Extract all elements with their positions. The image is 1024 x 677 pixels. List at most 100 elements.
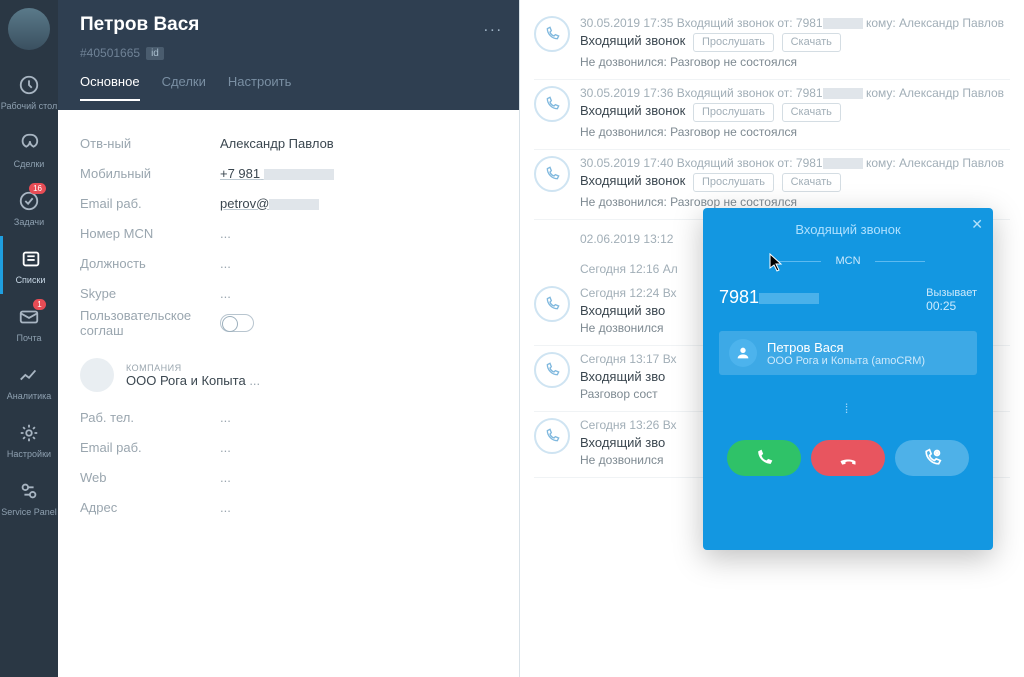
field-label-cemail: Email раб. [80,440,220,455]
nav-label: Списки [16,275,46,285]
gear-icon [15,419,43,447]
field-value-address[interactable]: ... [220,500,231,515]
incoming-call-icon [534,156,570,192]
feed-sub: Не дозвонился: Разговор не состоялся [580,125,1010,139]
tab-deals[interactable]: Сделки [162,74,206,101]
listen-button[interactable]: Прослушать [693,33,774,52]
download-button[interactable]: Скачать [782,33,841,52]
nav-deals[interactable]: Сделки [0,120,58,178]
feed-meta: 30.05.2019 17:40 Входящий звонок от: 798… [580,156,1010,170]
mouse-cursor [769,253,783,273]
tab-setup[interactable]: Настроить [228,74,292,101]
nav-label: Service Panel [1,507,57,517]
close-button[interactable]: ✕ [971,216,983,233]
expand-dots[interactable]: ⁞ [719,401,977,416]
caller-name: Петров Вася [767,340,925,355]
field-value-mcn[interactable]: ... [220,226,231,241]
feed-item: 30.05.2019 17:36 Входящий звонок от: 798… [534,80,1010,150]
feed-meta: 30.05.2019 17:36 Входящий звонок от: 798… [580,86,1010,100]
company-block[interactable]: КОМПАНИЯ ООО Рога и Копыта ... [80,358,497,392]
field-label-worktel: Раб. тел. [80,410,220,425]
user-avatar[interactable] [8,8,50,50]
incoming-call-icon [534,16,570,52]
more-button[interactable]: ... [484,18,503,36]
field-label-skype: Skype [80,286,220,301]
transfer-call-button[interactable] [895,440,969,476]
nav-lists[interactable]: Списки [0,236,58,294]
field-label-web: Web [80,470,220,485]
nav-tasks[interactable]: 16 Задачи [0,178,58,236]
field-value-worktel[interactable]: ... [220,410,231,425]
consent-toggle[interactable] [220,314,254,332]
incoming-call-icon [534,418,570,454]
nav-label: Сделки [14,159,45,169]
company-label: КОМПАНИЯ [126,363,260,373]
nav-label: Аналитика [7,391,52,401]
accept-call-button[interactable] [727,440,801,476]
listen-button[interactable]: Прослушать [693,103,774,122]
nav-dashboard[interactable]: Рабочий стол [0,62,58,120]
company-avatar [80,358,114,392]
feed-sub: Не дозвонился: Разговор не состоялся [580,55,1010,69]
incoming-call-popup: ✕ Входящий звонок MCN 7981 Вызывает 00:2… [703,208,993,550]
service-icon [15,477,43,505]
caller-company: ООО Рога и Копыта (amoCRM) [767,355,925,367]
feed-item: 30.05.2019 17:35 Входящий звонок от: 798… [534,10,1010,80]
incoming-call-icon [534,286,570,322]
nav-label: Почта [17,333,42,343]
feed-sub: Не дозвонился: Разговор не состоялся [580,195,1010,209]
call-status: Вызывает [926,287,977,299]
id-badge[interactable]: id [146,47,164,60]
contact-panel: Петров Вася ... #40501665 id Основное Сд… [58,0,520,677]
lists-icon [17,245,45,273]
listen-button[interactable]: Прослушать [693,173,774,192]
field-label-mobile: Мобильный [80,166,220,181]
nav-label: Задачи [14,217,44,227]
caller-avatar-icon [729,339,757,367]
incoming-call-icon [534,352,570,388]
field-value-skype[interactable]: ... [220,286,231,301]
field-value-cemail[interactable]: ... [220,440,231,455]
nav-settings[interactable]: Настройки [0,410,58,468]
field-label-address: Адрес [80,500,220,515]
company-name: ООО Рога и Копыта ... [126,373,260,388]
deals-icon [15,129,43,157]
nav-label: Настройки [7,449,51,459]
field-value-web[interactable]: ... [220,470,231,485]
nav-mail[interactable]: 1 Почта [0,294,58,352]
popup-title: Входящий звонок [719,222,977,237]
field-label-responsible: Отв-ный [80,136,220,151]
feed-meta: 30.05.2019 17:35 Входящий звонок от: 798… [580,16,1010,30]
tasks-badge: 16 [29,183,46,194]
field-label-position: Должность [80,256,220,271]
popup-tab-mcn[interactable]: MCN [835,255,860,267]
feed-title: Входящий звонок Прослушать Скачать [580,33,1010,52]
field-value-responsible[interactable]: Александр Павлов [220,136,334,151]
feed-title: Входящий звонок Прослушать Скачать [580,103,1010,122]
field-label-mcn: Номер МСN [80,226,220,241]
nav-analytics[interactable]: Аналитика [0,352,58,410]
field-value-mobile[interactable]: +7 981 [220,166,334,181]
sidebar: Рабочий стол Сделки 16 Задачи Списки 1 П… [0,0,58,677]
feed-title: Входящий звонок Прослушать Скачать [580,173,1010,192]
dashboard-icon [15,71,43,99]
contact-name: Петров Вася [80,14,497,36]
download-button[interactable]: Скачать [782,103,841,122]
tab-main[interactable]: Основное [80,74,140,101]
caller-number: 7981 [719,287,819,308]
field-value-email[interactable]: petrov@ [220,196,319,211]
popup-tabs: MCN [719,255,977,267]
decline-call-button[interactable] [811,440,885,476]
incoming-call-icon [534,86,570,122]
download-button[interactable]: Скачать [782,173,841,192]
field-value-position[interactable]: ... [220,256,231,271]
contact-id: #40501665 [80,46,140,60]
field-label-consent: Пользовательское соглаш [80,308,220,338]
analytics-icon [15,361,43,389]
caller-card[interactable]: Петров Вася ООО Рога и Копыта (amoCRM) [719,331,977,375]
nav-service-panel[interactable]: Service Panel [0,468,58,526]
call-timer: 00:25 [926,299,977,313]
mail-badge: 1 [33,299,46,310]
nav-label: Рабочий стол [1,101,58,111]
field-label-email: Email раб. [80,196,220,211]
